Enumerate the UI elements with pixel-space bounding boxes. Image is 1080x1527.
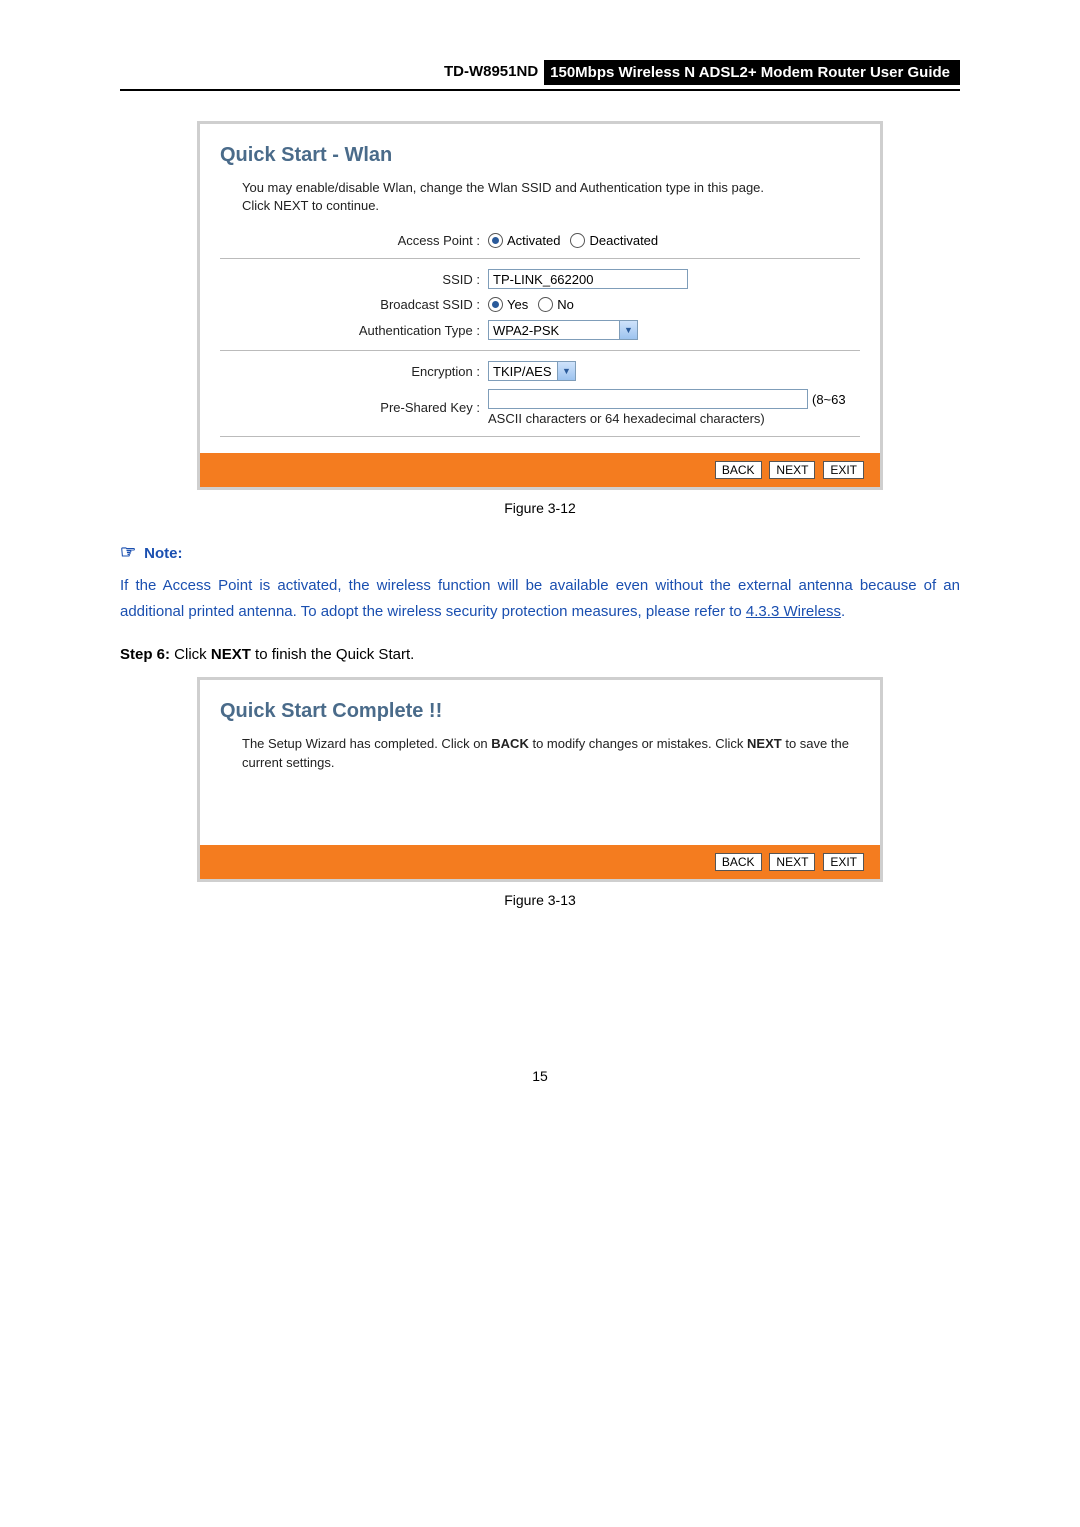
row-ssid: SSID : [220,269,860,289]
ap-label: Access Point : [220,233,488,248]
panel2-footer: BACK NEXT EXIT [200,845,880,879]
auth-select[interactable]: WPA2-PSK ▼ [488,320,638,340]
auth-select-value: WPA2-PSK [493,323,559,338]
radio-dot-icon [488,233,503,248]
radio-dot-icon [570,233,585,248]
psk-suffix: (8~63 [812,392,846,407]
psk-label: Pre-Shared Key : [220,400,488,415]
next-button[interactable]: NEXT [769,461,815,479]
radio-bc-no[interactable]: No [538,297,574,312]
row-auth-type: Authentication Type : WPA2-PSK ▼ [220,320,860,340]
encryption-select[interactable]: TKIP/AES ▼ [488,361,576,381]
pointing-hand-icon: ☞ [120,542,136,562]
panel1-footer: BACK NEXT EXIT [200,453,880,487]
doc-title: 150Mbps Wireless N ADSL2+ Modem Router U… [544,60,960,85]
divider [220,258,860,259]
note-body: If the Access Point is activated, the wi… [120,573,960,624]
next-button[interactable]: NEXT [769,853,815,871]
panel2-heading: Quick Start Complete !! [220,700,860,723]
panel2-body: The Setup Wizard has completed. Click on… [242,735,860,771]
exit-button[interactable]: EXIT [823,853,864,871]
ssid-input[interactable] [488,269,688,289]
ssid-label: SSID : [220,272,488,287]
divider [220,436,860,437]
radio-bc-yes[interactable]: Yes [488,297,528,312]
panel1-intro: You may enable/disable Wlan, change the … [242,179,860,215]
auth-label: Authentication Type : [220,323,488,338]
doc-header: TD-W8951ND150Mbps Wireless N ADSL2+ Mode… [120,60,960,91]
quick-start-wlan-panel: Quick Start - Wlan You may enable/disabl… [197,121,883,490]
back-button[interactable]: BACK [715,853,762,871]
figure-3-13-caption: Figure 3-13 [120,892,960,908]
wireless-link[interactable]: 4.3.3 Wireless [746,603,841,620]
doc-model: TD-W8951ND [438,59,544,84]
chevron-down-icon: ▼ [557,362,575,380]
divider [220,350,860,351]
radio-dot-icon [488,297,503,312]
figure-3-12-caption: Figure 3-12 [120,500,960,516]
chevron-down-icon: ▼ [619,321,637,339]
step-6-text: Step 6: Click NEXT to finish the Quick S… [120,646,960,663]
back-button[interactable]: BACK [715,461,762,479]
bc-label: Broadcast SSID : [220,297,488,312]
radio-deactivated[interactable]: Deactivated [570,233,658,248]
row-encryption: Encryption : TKIP/AES ▼ [220,361,860,381]
radio-activated[interactable]: Activated [488,233,560,248]
row-broadcast-ssid: Broadcast SSID : Yes No [220,297,860,312]
row-access-point: Access Point : Activated Deactivated [220,233,860,248]
psk-hint: ASCII characters or 64 hexadecimal chara… [488,411,860,426]
row-psk: Pre-Shared Key : (8~63 ASCII characters … [220,389,860,426]
enc-select-value: TKIP/AES [493,364,552,379]
enc-label: Encryption : [220,364,488,379]
psk-input[interactable] [488,389,808,409]
page-number: 15 [120,1068,960,1084]
radio-dot-icon [538,297,553,312]
quick-start-complete-panel: Quick Start Complete !! The Setup Wizard… [197,677,883,881]
panel1-heading: Quick Start - Wlan [220,144,860,167]
exit-button[interactable]: EXIT [823,461,864,479]
note-heading: ☞Note: [120,542,960,563]
